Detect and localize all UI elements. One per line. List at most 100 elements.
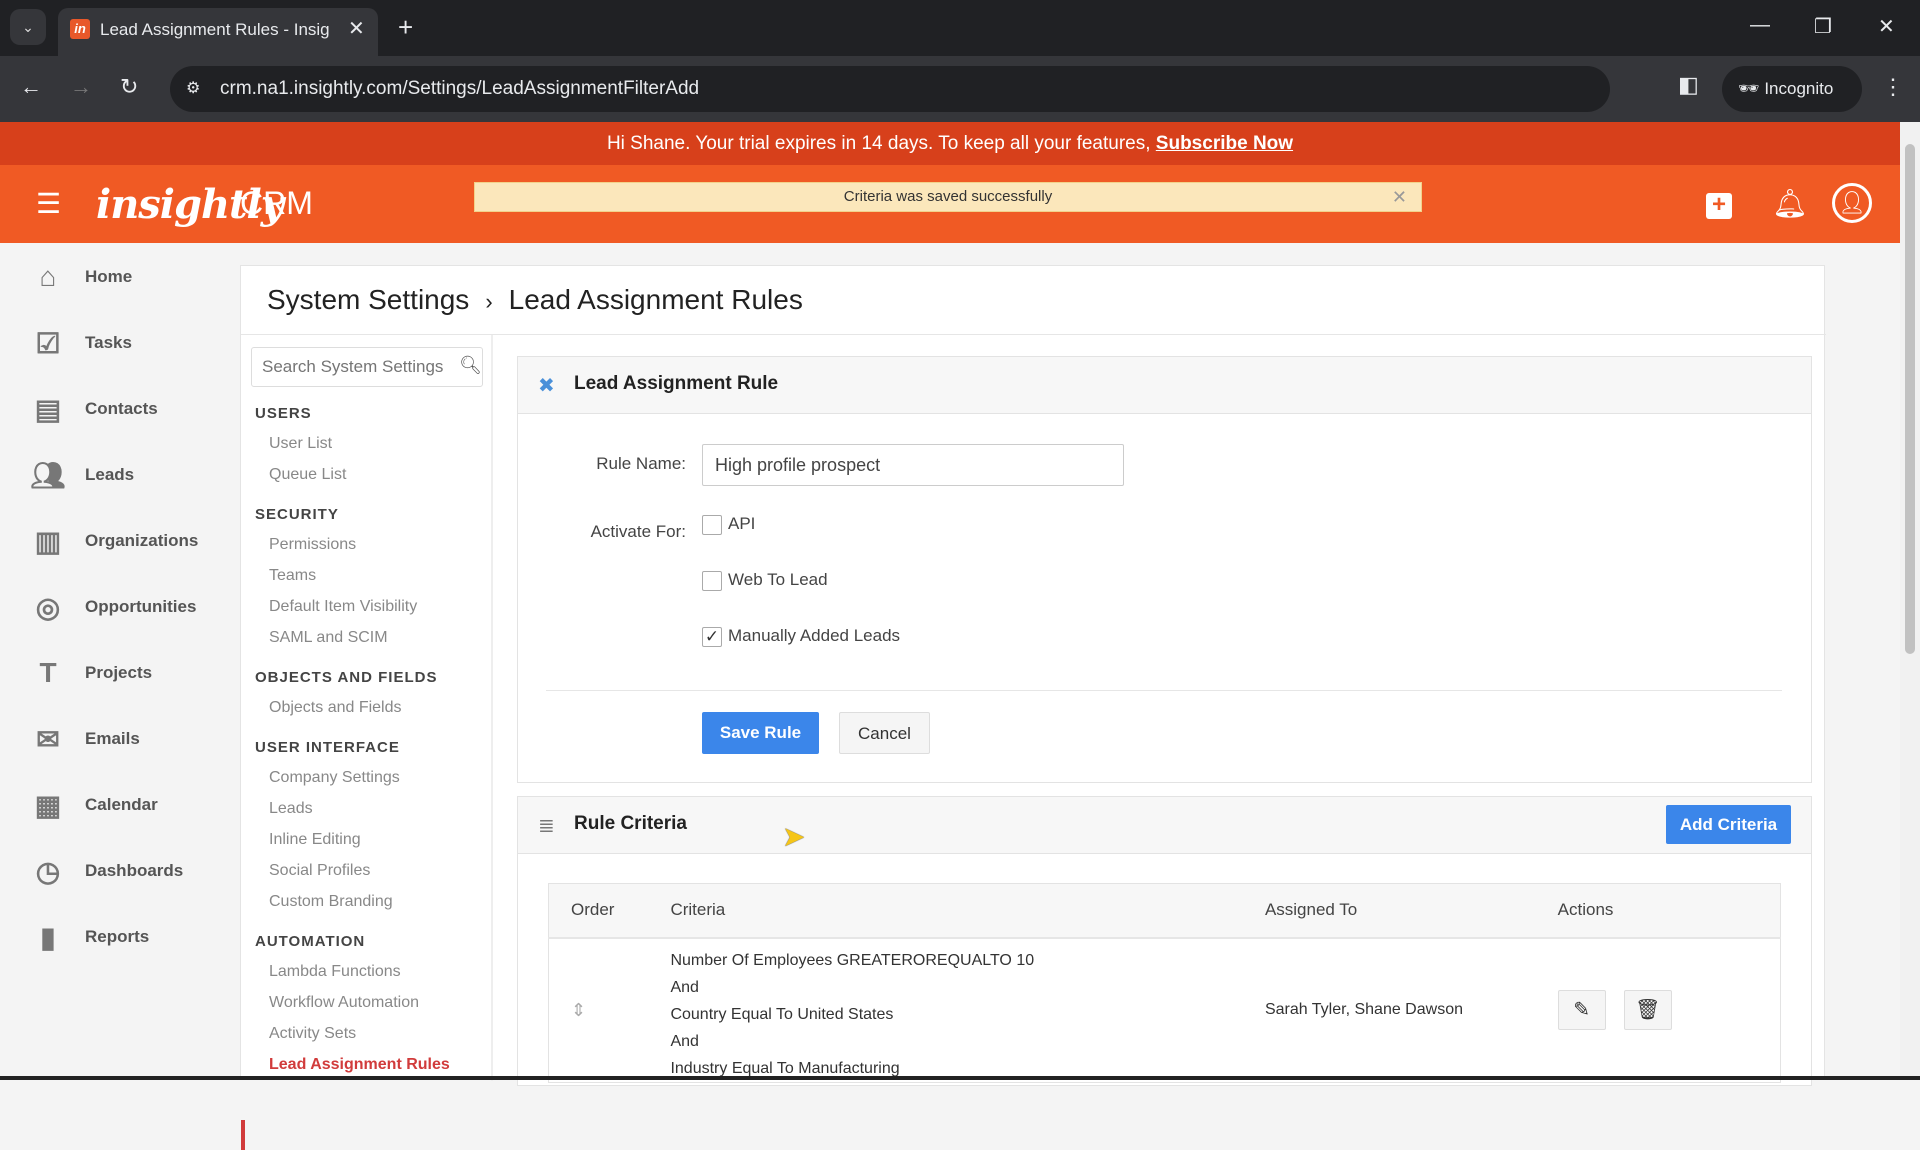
sidebar-item-opportunities[interactable]: ◎ Opportunities xyxy=(28,587,238,627)
url-field[interactable]: ⚙ crm.na1.insightly.com/Settings/LeadAss… xyxy=(170,66,1790,112)
emails-icon: ✉ xyxy=(36,724,60,755)
nav-item-queue-list[interactable]: Queue List xyxy=(269,466,346,484)
calendar-icon: ▦ xyxy=(34,790,62,821)
taskbar-edge xyxy=(0,1076,1920,1080)
side-panel-icon[interactable]: ◧ xyxy=(1678,72,1699,98)
column-header-order: Order xyxy=(548,883,649,939)
nav-item-default-item-visibility[interactable]: Default Item Visibility xyxy=(269,598,417,616)
url-text: crm.na1.insightly.com/Settings/LeadAssig… xyxy=(220,78,700,99)
nav-section-heading: USERS xyxy=(255,405,312,422)
checkbox-api[interactable] xyxy=(702,515,722,535)
toast-message: Criteria was saved successfully xyxy=(843,188,1053,205)
nav-item-user-list[interactable]: User List xyxy=(269,435,332,453)
checkbox-web-to-lead[interactable] xyxy=(702,571,722,591)
card-title: Lead Assignment Rule xyxy=(574,373,779,394)
checkbox-label: Web To Lead xyxy=(728,570,828,589)
card-header: ✖ Lead Assignment Rule xyxy=(518,357,1811,414)
sidebar-item-label: Contacts xyxy=(85,399,158,418)
sidebar-item-calendar[interactable]: ▦ Calendar xyxy=(28,785,238,825)
mouse-cursor-icon: ➤ xyxy=(782,821,806,852)
dashboards-icon: ◷ xyxy=(35,856,61,887)
sidebar-item-reports[interactable]: ▮ Reports xyxy=(28,917,238,957)
home-icon: ⌂ xyxy=(39,261,57,292)
close-tab-icon[interactable]: ✕ xyxy=(348,16,365,41)
save-rule-button[interactable]: Save Rule xyxy=(702,712,819,754)
menu-icon[interactable]: ☰ xyxy=(36,187,61,220)
sidebar-item-projects[interactable]: T Projects xyxy=(28,653,238,693)
success-toast: Criteria was saved successfully ✕ xyxy=(474,182,1422,212)
nav-item-permissions[interactable]: Permissions xyxy=(269,536,356,554)
sidebar-item-label: Calendar xyxy=(85,795,158,814)
leads-icon: 👥︎ xyxy=(30,460,66,491)
nav-item-company-settings[interactable]: Company Settings xyxy=(269,769,400,787)
close-toast-icon[interactable]: ✕ xyxy=(1392,183,1407,211)
incognito-badge[interactable]: 🕶 Incognito xyxy=(1722,66,1862,112)
sidebar-item-organizations[interactable]: ▥ Organizations xyxy=(28,521,238,561)
trial-banner: Hi Shane. Your trial expires in 14 days.… xyxy=(0,122,1900,165)
tasks-icon: ☑ xyxy=(35,328,61,359)
minimize-icon[interactable]: — xyxy=(1750,14,1770,37)
sidebar-item-emails[interactable]: ✉ Emails xyxy=(28,719,238,759)
assigned-to-cell: Sarah Tyler, Shane Dawson xyxy=(1264,1001,1463,1018)
drag-handle-icon[interactable]: ⇕ xyxy=(549,938,649,1083)
search-icon[interactable]: 🔍︎ xyxy=(459,355,482,376)
nav-item-saml-and-scim[interactable]: SAML and SCIM xyxy=(269,629,388,647)
nav-item-lead-assignment-rules[interactable]: Lead Assignment Rules xyxy=(269,1056,450,1074)
reload-icon[interactable]: ↻ xyxy=(120,74,138,100)
nav-item-teams[interactable]: Teams xyxy=(269,567,316,585)
cancel-button[interactable]: Cancel xyxy=(839,712,930,754)
contacts-icon: ▤ xyxy=(34,394,62,425)
nav-item-objects-and-fields[interactable]: Objects and Fields xyxy=(269,699,402,717)
restore-icon[interactable]: ❐ xyxy=(1814,14,1832,39)
sidebar-item-label: Dashboards xyxy=(85,861,184,880)
sidebar-item-label: Leads xyxy=(85,465,135,484)
settings-nav: 🔍︎ USERS User List Queue List SECURITY Permi… xyxy=(241,335,493,1150)
settings-panel: System Settings › Lead Assignment Rules 🔍︎… xyxy=(240,265,1826,1150)
sidebar-item-label: Emails xyxy=(85,729,140,748)
search-settings-input[interactable] xyxy=(251,347,483,387)
notifications-bell-icon[interactable]: 🔔︎ xyxy=(1772,187,1808,220)
close-window-icon[interactable]: ✕ xyxy=(1878,14,1895,39)
incognito-icon: 🕶 xyxy=(1738,79,1765,98)
nav-item-custom-branding[interactable]: Custom Branding xyxy=(269,893,393,911)
address-bar: ← → ↻ ⚙ crm.na1.insightly.com/Settings/L… xyxy=(0,56,1920,122)
nav-item-leads[interactable]: Leads xyxy=(269,800,313,818)
checkbox-label: API xyxy=(728,514,756,533)
rule-name-input[interactable] xyxy=(702,444,1124,486)
sidebar-item-leads[interactable]: 👥︎ Leads xyxy=(28,455,238,495)
nav-item-workflow-automation[interactable]: Workflow Automation xyxy=(269,994,419,1012)
sidebar-item-home[interactable]: ⌂ Home xyxy=(28,257,238,297)
activate-for-label: Activate For: xyxy=(590,522,686,541)
tab-search-button[interactable]: ⌄ xyxy=(10,9,46,45)
nav-section-heading: USER INTERFACE xyxy=(255,739,400,756)
trial-text: Hi Shane. Your trial expires in 14 days.… xyxy=(606,133,1151,154)
add-criteria-button[interactable]: Add Criteria xyxy=(1666,805,1791,844)
browser-menu-icon[interactable]: ⋮ xyxy=(1882,74,1904,100)
new-tab-icon[interactable]: + xyxy=(398,12,413,43)
nav-item-inline-editing[interactable]: Inline Editing xyxy=(269,831,361,849)
sidebar-item-label: Tasks xyxy=(85,333,132,352)
column-header-actions: Actions xyxy=(1535,883,1781,939)
sidebar-item-dashboards[interactable]: ◷ Dashboards xyxy=(28,851,238,891)
subscribe-now-link[interactable]: Subscribe Now xyxy=(1156,133,1293,154)
checkbox-label: Manually Added Leads xyxy=(728,626,901,645)
sidebar-item-contacts[interactable]: ▤ Contacts xyxy=(28,389,238,429)
delete-trash-icon[interactable]: 🗑︎ xyxy=(1623,990,1672,1030)
column-header-criteria: Criteria xyxy=(648,883,1243,939)
sidebar-item-tasks[interactable]: ☑ Tasks xyxy=(28,323,238,363)
site-info-icon[interactable]: ⚙ xyxy=(186,78,200,98)
card-header: ≣ Rule Criteria Add Criteria xyxy=(518,797,1811,854)
scrollbar-thumb[interactable] xyxy=(1905,144,1915,654)
checkbox-manually-added-leads[interactable]: ✓ xyxy=(702,627,722,647)
breadcrumb-system-settings[interactable]: System Settings xyxy=(267,284,469,315)
nav-item-lambda-functions[interactable]: Lambda Functions xyxy=(269,963,401,981)
forward-icon[interactable]: → xyxy=(70,74,92,100)
nav-item-activity-sets[interactable]: Activity Sets xyxy=(269,1025,356,1043)
back-icon[interactable]: ← xyxy=(20,74,42,100)
add-new-icon[interactable]: + xyxy=(1706,193,1732,219)
browser-tab[interactable]: in Lead Assignment Rules - Insightly ✕ xyxy=(58,8,378,56)
page-scrollbar[interactable] xyxy=(1900,122,1920,1080)
edit-pencil-icon[interactable]: ✎ xyxy=(1557,990,1606,1030)
nav-item-social-profiles[interactable]: Social Profiles xyxy=(269,862,370,880)
user-avatar-icon[interactable]: 👤︎ xyxy=(1832,183,1872,223)
